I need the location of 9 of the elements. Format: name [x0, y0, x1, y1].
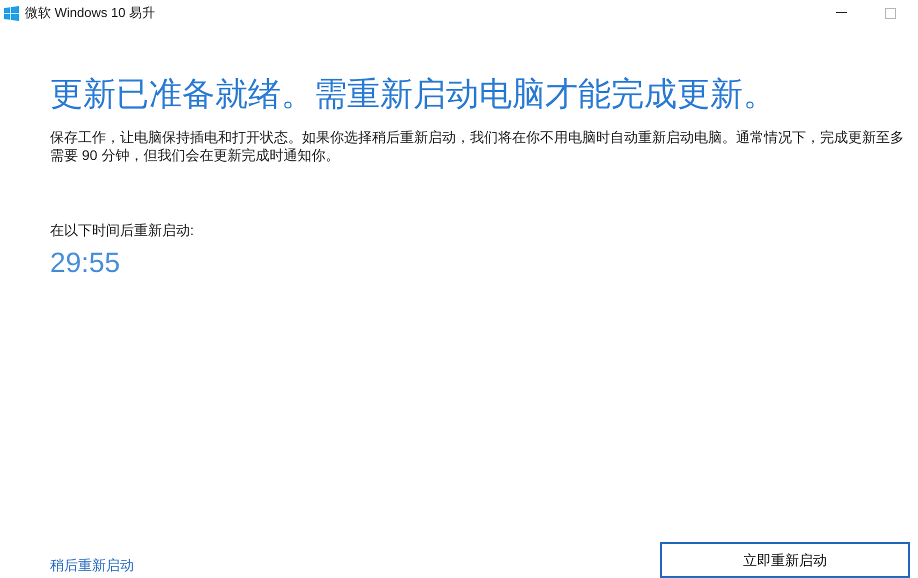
restart-later-link[interactable]: 稍后重新启动: [50, 555, 134, 576]
countdown-label: 在以下时间后重新启动:: [50, 221, 194, 240]
countdown-time: 29:55: [50, 247, 120, 279]
window-title: 微软 Windows 10 易升: [25, 4, 156, 22]
description: 保存工作，让电脑保持插电和打开状态。如果你选择稍后重新启动，我们将在你不用电脑时自动重新启动电脑。通常情况下，完成更新至多需要 90 分钟，但我们会在更新完成时通知你。: [50, 128, 905, 164]
heading: 更新已准备就绪。需重新启动电脑才能完成更新。: [50, 74, 777, 114]
minimize-icon[interactable]: [836, 12, 847, 14]
restart-now-button[interactable]: 立即重新启动: [660, 542, 910, 578]
windows-logo-icon: [4, 6, 19, 20]
